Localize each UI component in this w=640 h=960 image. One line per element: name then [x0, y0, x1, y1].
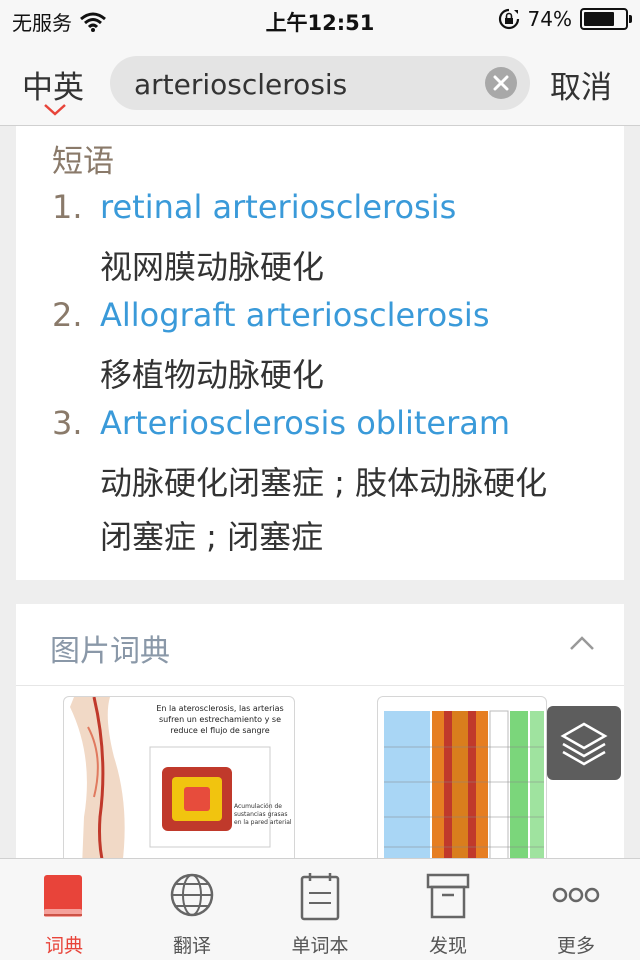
- phrases-card: 短语 1. retinal arteriosclerosis 视网膜动脉硬化 2…: [16, 126, 624, 580]
- phrase-english[interactable]: Arteriosclerosis obliteram: [100, 404, 510, 442]
- dictionary-book-icon: [44, 875, 82, 917]
- language-toggle[interactable]: 中英: [22, 62, 92, 122]
- layers-button[interactable]: [547, 706, 621, 780]
- phrase-chinese: 动脉硬化闭塞症 ; 肢体动脉硬化闭塞症 ; 闭塞症: [100, 464, 548, 556]
- rotation-lock-icon: [498, 8, 519, 30]
- clear-search-button[interactable]: [485, 67, 517, 99]
- archive-box-icon: [426, 873, 470, 919]
- dictionary-image-artery[interactable]: En la aterosclerosis, las arterias sufre…: [63, 696, 295, 866]
- globe-icon: [170, 873, 214, 917]
- battery-level: [584, 12, 614, 26]
- phrase-chinese: 视网膜动脉硬化: [100, 248, 325, 286]
- phrase-number: 1.: [52, 188, 83, 226]
- more-dots-icon: [552, 887, 600, 903]
- artery-stages-illustration: [384, 710, 544, 865]
- tab-label: 更多: [556, 935, 595, 957]
- battery-percent: 74%: [527, 7, 572, 31]
- phrase-english[interactable]: Allograft arteriosclerosis: [100, 296, 489, 334]
- phrase-english[interactable]: retinal arteriosclerosis: [100, 188, 456, 226]
- status-right: 74%: [498, 7, 632, 31]
- search-header: 中英 arteriosclerosis 取消: [0, 40, 640, 126]
- picture-dictionary-header[interactable]: 图片词典: [16, 604, 624, 686]
- notebook-icon: [300, 873, 340, 921]
- dictionary-image-chart[interactable]: [377, 696, 547, 866]
- search-input[interactable]: arteriosclerosis: [110, 56, 530, 110]
- phrase-number: 2.: [52, 296, 83, 334]
- tab-label: 词典: [44, 935, 83, 957]
- phrase-number: 3.: [52, 404, 83, 442]
- tab-label: 翻译: [172, 935, 211, 957]
- tab-discover[interactable]: 发现: [384, 859, 512, 960]
- cancel-button[interactable]: 取消: [550, 62, 612, 107]
- language-toggle-label: 中英: [22, 70, 84, 106]
- tab-wordbook[interactable]: 单词本: [256, 859, 384, 960]
- layers-icon: [560, 722, 608, 766]
- close-icon: [493, 75, 509, 91]
- phrase-chinese: 移植物动脉硬化: [100, 356, 325, 394]
- status-bar: 无服务 上午12:51 74%: [0, 0, 640, 40]
- image-annotation: Acumulación de sustancias grasas en la p…: [234, 803, 292, 826]
- chevron-down-icon: [44, 104, 66, 116]
- search-query-text: arteriosclerosis: [134, 68, 348, 101]
- image-caption: En la aterosclerosis, las arterias sufre…: [156, 704, 284, 735]
- picture-dictionary-title: 图片词典: [50, 634, 170, 669]
- phrases-section-title: 短语: [52, 144, 114, 180]
- picture-dictionary-card: 图片词典 En la aterosclerosis, las arterias …: [16, 604, 624, 866]
- tab-label: 单词本: [291, 935, 349, 957]
- tab-label: 发现: [428, 935, 467, 957]
- tab-more[interactable]: 更多: [512, 859, 640, 960]
- battery-icon: [580, 8, 632, 30]
- tab-translate[interactable]: 翻译: [128, 859, 256, 960]
- tab-dictionary[interactable]: 词典: [0, 859, 128, 960]
- chevron-up-icon[interactable]: [570, 636, 594, 650]
- tab-bar: 词典 翻译 单词本 发现 更多: [0, 858, 640, 960]
